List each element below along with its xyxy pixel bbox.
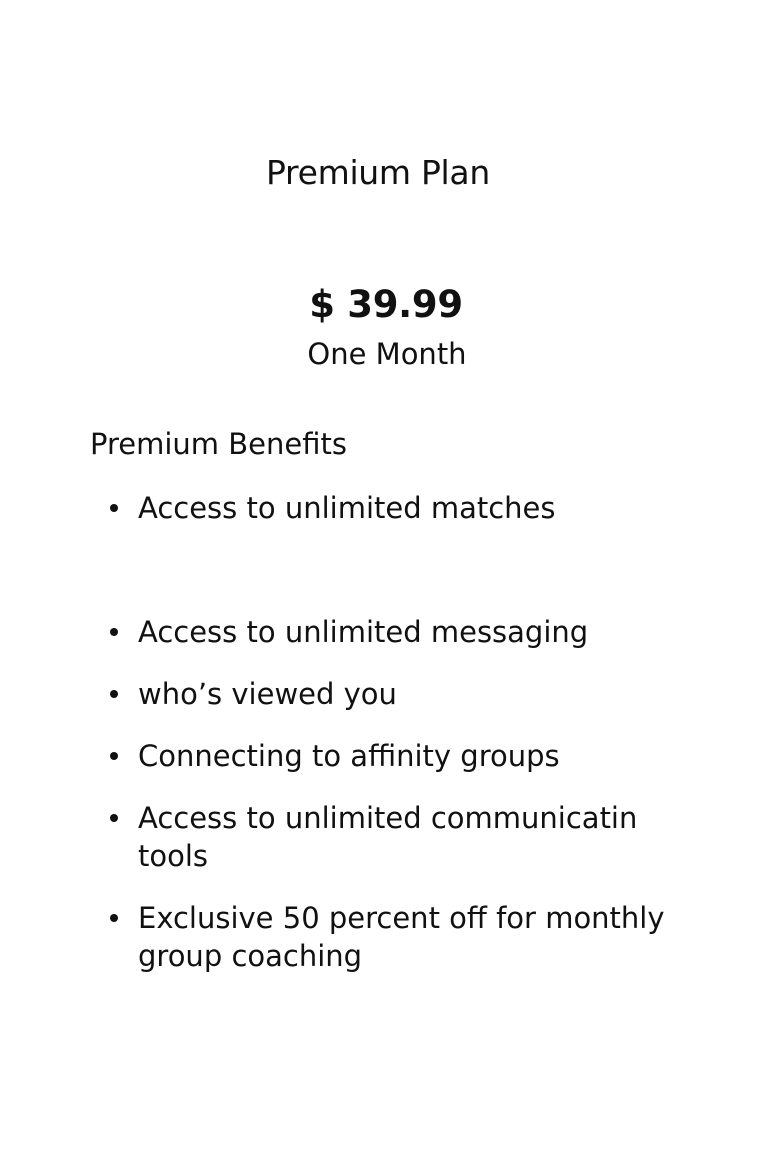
bullet-icon: [107, 737, 138, 775]
bullet-icon: [107, 489, 138, 527]
benefit-item: Access to unlimited communicatin tools: [107, 799, 667, 875]
bullet-icon: [107, 675, 138, 713]
benefit-item: Access to unlimited messaging: [107, 613, 747, 651]
bullet-icon: [107, 899, 138, 937]
benefit-item: Connecting to affinity groups: [107, 737, 747, 775]
plan-title: Premium Plan: [266, 153, 490, 192]
plan-price: $ 39.99: [309, 283, 463, 326]
benefit-item: Exclusive 50 percent off for monthly gro…: [107, 899, 717, 975]
benefit-item: who’s viewed you: [107, 675, 747, 713]
benefit-text: who’s viewed you: [138, 677, 397, 711]
benefit-text: Connecting to affinity groups: [138, 739, 560, 773]
benefit-item: Access to unlimited matches: [107, 489, 747, 527]
benefit-text: Access to unlimited matches: [138, 491, 556, 525]
benefits-heading: Premium Benefits: [90, 427, 347, 461]
benefit-text: Access to unlimited messaging: [138, 615, 589, 649]
bullet-icon: [107, 613, 138, 651]
bullet-icon: [107, 799, 138, 837]
benefit-text: Exclusive 50 percent off for monthly gro…: [138, 901, 665, 973]
benefit-text: Access to unlimited communicatin tools: [138, 801, 638, 873]
plan-period: One Month: [307, 337, 467, 371]
